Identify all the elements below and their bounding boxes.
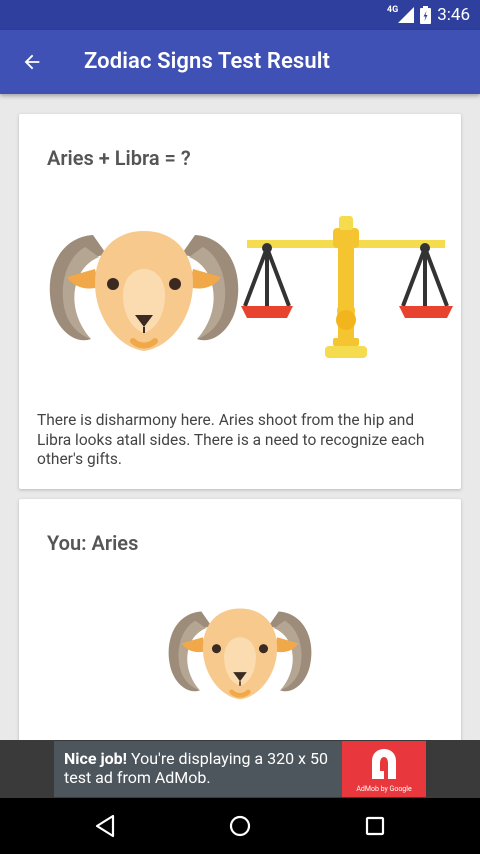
back-triangle-icon: [95, 814, 115, 838]
status-bar: 4G 3:46: [0, 0, 480, 30]
compatibility-title: Aries + Libra = ?: [47, 146, 191, 170]
home-circle-icon: [229, 815, 251, 837]
aries-ram-icon: [49, 231, 239, 351]
app-bar: Zodiac Signs Test Result: [0, 30, 480, 94]
recents-square-icon: [365, 816, 385, 836]
nav-home-button[interactable]: [224, 810, 256, 842]
test-ad[interactable]: Nice job! You're displaying a 320 x 50 t…: [54, 741, 426, 797]
battery-icon: [420, 6, 432, 24]
your-sign-card: You: Aries: [19, 499, 461, 740]
admob-icon: [372, 749, 396, 779]
arrow-back-icon: [24, 54, 40, 70]
nav-back-button[interactable]: [89, 810, 121, 842]
admob-logo: AdMob by Google: [342, 741, 426, 797]
ad-headline: Nice job!: [64, 749, 127, 768]
ad-text: Nice job! You're displaying a 320 x 50 t…: [64, 749, 344, 787]
system-nav-bar: [0, 798, 480, 854]
signal-icon: [398, 7, 415, 23]
nav-recents-button[interactable]: [359, 810, 391, 842]
compatibility-card: Aries + Libra = ? There is disharmony he…: [19, 114, 461, 489]
back-button[interactable]: [14, 44, 50, 80]
network-type: 4G: [386, 5, 399, 15]
results-scroll[interactable]: Aries + Libra = ? There is disharmony he…: [0, 94, 480, 740]
clock: 3:46: [437, 5, 470, 25]
compatibility-description: There is disharmony here. Aries shoot fr…: [37, 411, 425, 468]
libra-scales-icon: [241, 216, 453, 358]
aries-ram-icon: [168, 608, 312, 700]
ad-banner[interactable]: Nice job! You're displaying a 320 x 50 t…: [0, 740, 480, 798]
your-sign-title: You: Aries: [47, 531, 139, 555]
page-title: Zodiac Signs Test Result: [84, 49, 331, 74]
admob-caption: AdMob by Google: [356, 785, 412, 793]
status-icons: 4G 3:46: [387, 4, 470, 26]
